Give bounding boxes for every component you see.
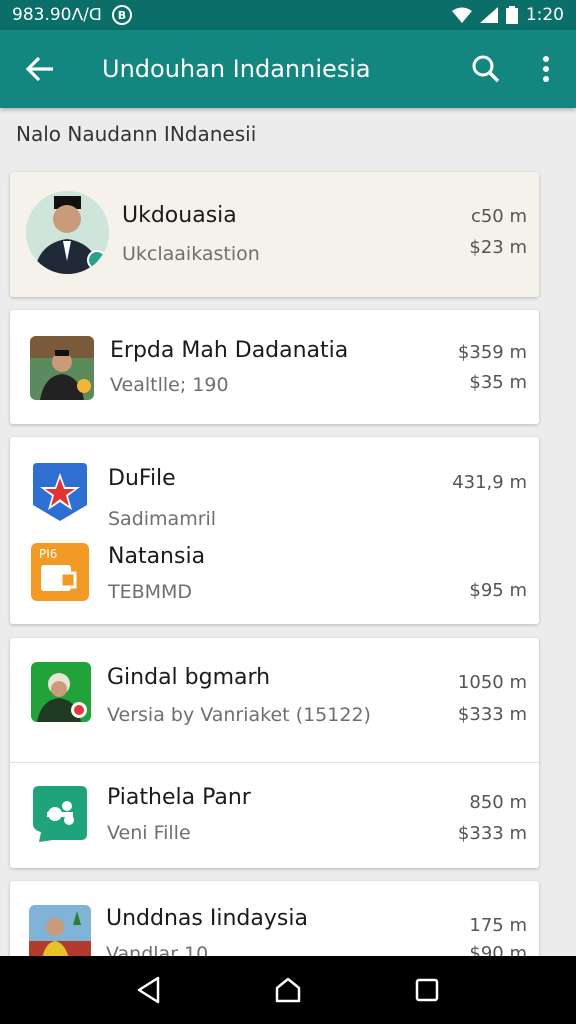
divider — [10, 762, 539, 763]
item-price: $35 m — [469, 372, 527, 393]
verified-badge-icon — [87, 250, 107, 270]
wifi-icon — [451, 7, 472, 23]
item-subtitle: Vealtlle; 190 — [110, 374, 229, 396]
item-title: DuFile — [108, 466, 176, 491]
item-price: $23 m — [469, 237, 527, 258]
item-subtitle: Veni Fille — [107, 822, 191, 844]
battery-icon — [505, 6, 518, 24]
item-size: ϲ50 m — [470, 206, 527, 227]
app-title: Undouhan Indanniesia — [102, 55, 371, 83]
download-card[interactable]: DuFile Sadimamril 431,9 m PI6 Natansia T… — [10, 437, 539, 624]
item-subtitle: Ukclaaikastion — [122, 243, 260, 265]
download-card[interactable]: Ukdouasia Ukclaaikastion ϲ50 m $23 m — [10, 172, 539, 297]
more-options-button[interactable] — [516, 30, 576, 108]
item-title: Natansia — [108, 544, 206, 569]
nav-back-button[interactable] — [119, 956, 179, 1024]
item-subtitle: Versia by Vanriaket (15122) — [107, 704, 371, 726]
notification-icon: B — [111, 5, 132, 25]
item-title: Unddnas Iindaysia — [106, 906, 308, 931]
app-bar: Undouhan Indanniesia — [0, 30, 576, 108]
more-vert-icon — [543, 56, 549, 82]
signal-icon — [479, 7, 498, 23]
item-thumbnail — [30, 336, 94, 400]
item-title: Gindal bgmarh — [107, 665, 271, 690]
nav-home-button[interactable] — [258, 956, 318, 1024]
item-size: 431,9 m — [452, 472, 527, 493]
avatar — [26, 191, 109, 274]
nav-home-icon — [275, 977, 301, 1003]
star-app-icon — [31, 461, 89, 523]
item-title: Erpda Mah Dadanatia — [110, 338, 349, 363]
search-icon — [472, 55, 500, 83]
item-price: $333 m — [457, 704, 527, 725]
download-card[interactable]: Erpda Mah Dadanatia Vealtlle; 190 $359 m… — [10, 310, 539, 424]
section-header: Nalo Naudann INdanesii — [16, 122, 257, 146]
back-arrow-icon — [25, 56, 53, 82]
item-price: $333 m — [457, 823, 527, 844]
item-title: Ukdouasia — [122, 203, 237, 228]
nav-back-icon — [138, 976, 160, 1004]
item-subtitle: Sadimamril — [108, 508, 217, 530]
status-bar: 983.90ᐱ/ᗡ B 1:20 — [0, 0, 576, 30]
item-size: 850 m — [469, 792, 527, 813]
item-price: $95 m — [469, 580, 527, 601]
folder-app-icon: PI6 — [31, 543, 89, 601]
item-title: Piathela Panr — [107, 785, 251, 810]
status-time: 1:20 — [525, 5, 564, 25]
back-button[interactable] — [0, 30, 80, 108]
item-size: $359 m — [457, 342, 527, 363]
nav-recents-button[interactable] — [397, 956, 457, 1024]
item-subtitle: TEBMMD — [108, 581, 193, 603]
item-thumbnail — [31, 662, 91, 722]
download-card[interactable]: Gindal bgmarh Versia by Vanriaket (15122… — [10, 638, 539, 868]
item-thumbnail — [31, 784, 89, 842]
nav-recents-icon — [415, 978, 438, 1002]
search-button[interactable] — [456, 30, 516, 108]
navigation-bar — [0, 956, 576, 1024]
item-size: 1050 m — [457, 672, 527, 693]
status-left-text: 983.90ᐱ/ᗡ — [12, 5, 102, 25]
item-size: 175 m — [469, 915, 527, 936]
